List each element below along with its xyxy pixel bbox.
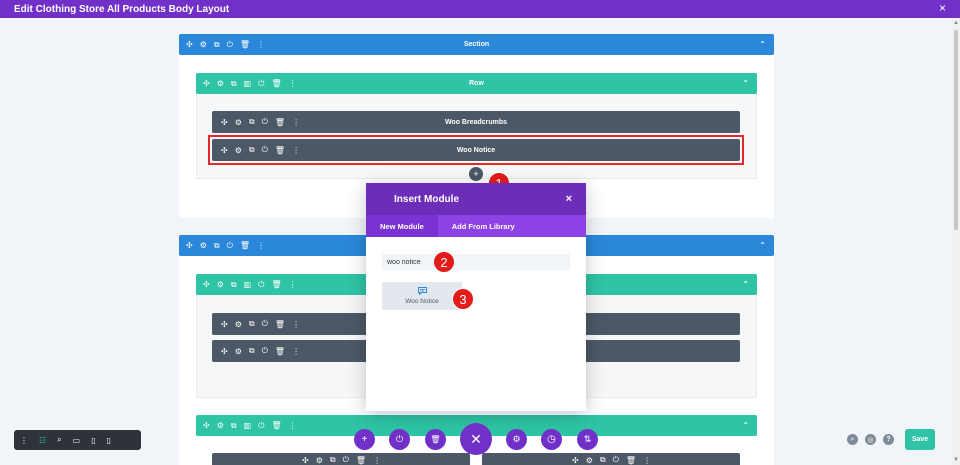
move-icon[interactable]: ✣: [186, 241, 193, 250]
more-icon[interactable]: ⋮: [373, 456, 381, 465]
search-icon[interactable]: ⌕: [847, 434, 858, 445]
more-icon[interactable]: ⋮: [643, 456, 651, 465]
gear-icon[interactable]: ⚙: [586, 456, 593, 465]
trash-icon[interactable]: 🗑: [626, 456, 636, 465]
more-icon[interactable]: ⋮: [292, 347, 300, 356]
modal-header: Insert Module ×: [366, 183, 586, 215]
wireframe-icon[interactable]: ☷: [39, 436, 46, 445]
trash-icon[interactable]: 🗑: [275, 320, 285, 329]
section-label: Section: [463, 41, 490, 48]
modal-title: Insert Module: [394, 193, 460, 205]
chevron-up-icon[interactable]: ⌃: [742, 421, 749, 430]
gear-icon[interactable]: ⚙: [200, 241, 207, 250]
modal-tabs: New Module Add From Library: [366, 215, 586, 237]
columns-icon[interactable]: ▥: [244, 280, 252, 289]
top-bar: Edit Clothing Store All Products Body La…: [0, 0, 960, 18]
trash-icon[interactable]: 🗑: [356, 456, 366, 465]
more-icon[interactable]: ⋮: [292, 320, 300, 329]
move-icon[interactable]: ✣: [203, 280, 210, 289]
more-icon[interactable]: ⋮: [20, 436, 28, 445]
layers-icon[interactable]: ◎: [865, 434, 876, 445]
power-icon[interactable]: ⏻: [613, 455, 619, 465]
add-button[interactable]: +: [354, 429, 375, 450]
close-icon[interactable]: ×: [566, 193, 572, 205]
more-icon[interactable]: ⋮: [257, 241, 265, 250]
page-title: Edit Clothing Store All Products Body La…: [14, 3, 230, 15]
columns-icon[interactable]: ▥: [244, 421, 252, 430]
close-icon[interactable]: ×: [939, 1, 946, 15]
history-icon[interactable]: ◷: [541, 429, 562, 450]
row-label: Row: [469, 80, 484, 87]
save-button[interactable]: Save: [905, 429, 935, 450]
module-label: Woo Breadcrumbs: [444, 118, 508, 126]
duplicate-icon[interactable]: ⧉: [231, 421, 237, 431]
gear-icon[interactable]: ⚙: [506, 429, 527, 450]
insert-module-modal: Insert Module × New Module Add From Libr…: [366, 183, 586, 411]
duplicate-icon[interactable]: ⧉: [231, 280, 237, 290]
phone-icon[interactable]: ▯: [107, 436, 111, 445]
gear-icon[interactable]: ⚙: [217, 280, 224, 289]
chevron-up-icon[interactable]: ⌃: [759, 40, 766, 49]
desktop-icon[interactable]: ▭: [73, 436, 81, 445]
trash-icon[interactable]: 🗑: [271, 421, 281, 430]
scrollbar-thumb[interactable]: [954, 30, 958, 230]
chevron-up-icon[interactable]: ⌃: [759, 241, 766, 250]
power-icon[interactable]: ⏻: [258, 421, 264, 431]
result-label: Woo Notice: [405, 298, 439, 305]
gear-icon[interactable]: ⚙: [316, 456, 323, 465]
trash-icon[interactable]: 🗑: [271, 280, 281, 289]
module-woo-notice[interactable]: ✣ ⚙ ⧉ ⏻ 🗑 ⋮ Woo Notice: [212, 139, 740, 161]
trash-icon[interactable]: 🗑: [240, 241, 250, 250]
power-icon[interactable]: ⏻: [262, 319, 268, 329]
chevron-up-icon[interactable]: ⌃: [742, 280, 749, 289]
result-woo-notice[interactable]: Woo Notice: [382, 282, 462, 310]
tab-add-from-library[interactable]: Add From Library: [438, 215, 529, 237]
move-icon[interactable]: ✣: [203, 421, 210, 430]
scroll-up-icon[interactable]: ▲: [953, 20, 959, 26]
trash-icon[interactable]: 🗑: [275, 347, 285, 356]
more-icon[interactable]: ⋮: [289, 280, 297, 289]
duplicate-icon[interactable]: ⧉: [600, 455, 606, 465]
comment-icon: [417, 287, 427, 297]
power-icon[interactable]: ⏻: [258, 280, 264, 290]
tab-new-module[interactable]: New Module: [366, 215, 438, 237]
module-label: Woo Notice: [456, 146, 496, 154]
move-icon[interactable]: ✣: [302, 456, 309, 465]
scroll-down-icon[interactable]: ▼: [953, 457, 959, 463]
module-bar[interactable]: ✣ ⚙ ⧉ ⏻ 🗑 ⋮: [212, 453, 470, 465]
help-icon[interactable]: ?: [883, 434, 894, 445]
view-mode-toolbar: ⋮ ☷ ⌕ ▭ ▯ ▯: [14, 430, 141, 450]
scrollbar[interactable]: ▲ ▼: [952, 18, 960, 465]
chevron-up-icon[interactable]: ⌃: [742, 79, 749, 88]
module-search-input[interactable]: [382, 254, 570, 270]
close-icon[interactable]: ✕: [460, 423, 492, 455]
move-icon[interactable]: ✣: [221, 347, 228, 356]
duplicate-icon[interactable]: ⧉: [214, 241, 220, 251]
tablet-icon[interactable]: ▯: [91, 436, 95, 445]
module-bar[interactable]: ✣ ⚙ ⧉ ⏻ 🗑 ⋮: [482, 453, 740, 465]
gear-icon[interactable]: ⚙: [235, 320, 242, 329]
step-badge-2: 2: [433, 251, 455, 273]
more-icon[interactable]: ⋮: [289, 421, 297, 430]
section-1-header[interactable]: ✣ ⚙ ⧉ ⏻ 🗑 ⋮ Section ⌃: [179, 34, 774, 55]
duplicate-icon[interactable]: ⧉: [330, 455, 336, 465]
duplicate-icon[interactable]: ⧉: [249, 319, 255, 329]
duplicate-icon[interactable]: ⧉: [249, 346, 255, 356]
step-badge-3: 3: [452, 288, 474, 310]
power-icon[interactable]: ⏻: [227, 241, 233, 251]
row-1-header[interactable]: ✣ ⚙ ⧉ ▥ ⏻ 🗑 ⋮ Row ⌃: [196, 73, 757, 94]
gear-icon[interactable]: ⚙: [217, 421, 224, 430]
add-module-icon[interactable]: +: [469, 167, 483, 181]
trash-icon[interactable]: 🗑: [425, 429, 446, 450]
zoom-icon[interactable]: ⌕: [57, 435, 61, 445]
module-woo-breadcrumbs[interactable]: ✣ ⚙ ⧉ ⏻ 🗑 ⋮ Woo Breadcrumbs: [212, 111, 740, 133]
power-icon[interactable]: ⏻: [389, 429, 410, 450]
move-icon[interactable]: ✣: [221, 320, 228, 329]
gear-icon[interactable]: ⚙: [235, 347, 242, 356]
power-icon[interactable]: ⏻: [343, 455, 349, 465]
sort-icon[interactable]: ⇅: [577, 429, 598, 450]
move-icon[interactable]: ✣: [572, 456, 579, 465]
power-icon[interactable]: ⏻: [262, 346, 268, 356]
